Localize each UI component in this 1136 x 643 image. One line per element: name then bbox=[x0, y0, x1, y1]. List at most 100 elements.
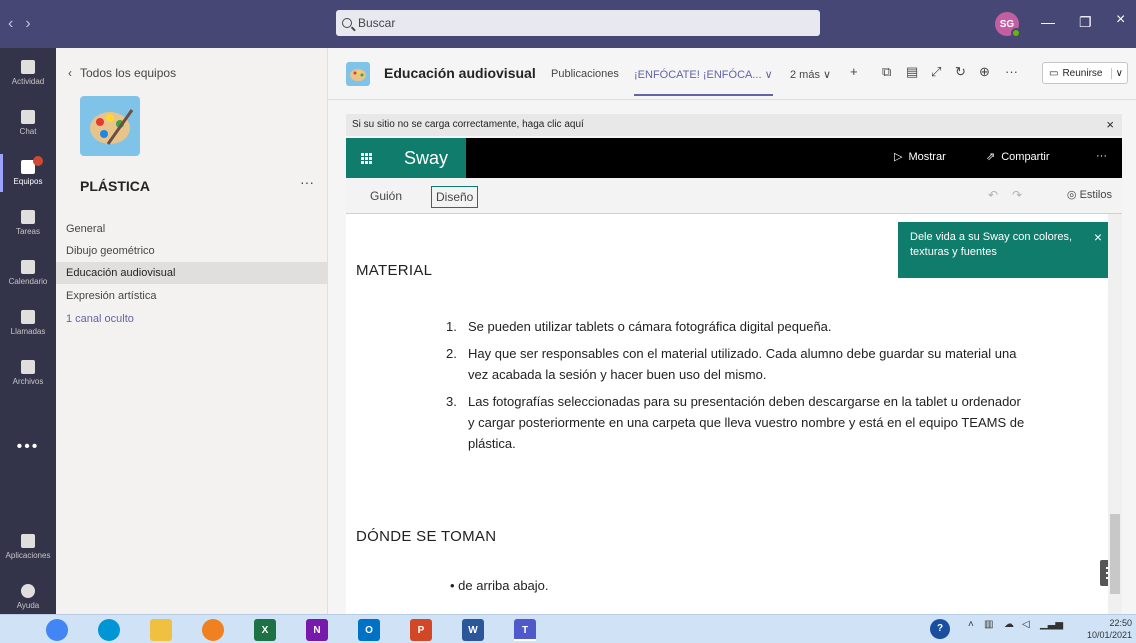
rail-label: Calendario bbox=[8, 277, 48, 286]
conversation-icon[interactable]: ▤ bbox=[906, 64, 918, 80]
channel-educacion-audiovisual[interactable]: Educación audiovisual bbox=[56, 262, 327, 284]
channel-sidebar: ‹ Todos los equipos PLÁSTICA ··· General… bbox=[56, 48, 328, 614]
rail-label: Chat bbox=[19, 127, 37, 136]
word-icon[interactable]: W bbox=[462, 619, 484, 641]
channel-dibujo[interactable]: Dibujo geométrico bbox=[56, 240, 327, 262]
taskbar: X N O P W T ? ˄ ▥ ☁ ◁ ▁▃▅ 22:50 10/01/20… bbox=[0, 614, 1136, 643]
list-item: 2. Hay que ser responsables con el mater… bbox=[446, 346, 1017, 382]
channel-title: Educación audiovisual bbox=[384, 65, 536, 81]
title-bar: ‹ › Buscar SG — ❐ × bbox=[0, 0, 1136, 48]
heading-donde: DÓNDE SE TOMAN bbox=[356, 528, 497, 545]
rail-label: Archivos bbox=[12, 377, 44, 386]
scroll-thumb[interactable] bbox=[1110, 514, 1120, 594]
rail-item-aplicaciones[interactable]: Aplicaciones bbox=[0, 522, 56, 572]
popout-icon[interactable]: ⧉ bbox=[882, 64, 891, 80]
clock[interactable]: 22:50 10/01/2021 bbox=[1087, 617, 1132, 641]
hidden-channels-link[interactable]: 1 canal oculto bbox=[56, 308, 327, 330]
chevron-left-icon: ‹ bbox=[68, 66, 72, 80]
onenote-icon[interactable]: N bbox=[306, 619, 328, 641]
wifi-icon[interactable]: ▁▃▅ bbox=[1040, 619, 1063, 630]
file-explorer-icon[interactable] bbox=[150, 619, 172, 641]
chevron-down-icon[interactable]: ∨ bbox=[1110, 67, 1127, 79]
styles-button[interactable]: ◎ Estilos bbox=[1067, 188, 1112, 201]
styles-label: Estilos bbox=[1079, 189, 1112, 201]
help-tray-icon[interactable]: ? bbox=[930, 619, 950, 639]
close-icon[interactable]: × bbox=[1094, 230, 1102, 245]
channel-expresion[interactable]: Expresión artística bbox=[56, 285, 327, 307]
channel-team-icon bbox=[346, 62, 370, 86]
close-button[interactable]: × bbox=[1116, 11, 1125, 29]
styles-tooltip: Dele vida a su Sway con colores, textura… bbox=[898, 222, 1112, 278]
bell-icon bbox=[21, 60, 35, 74]
outlook-icon[interactable]: O bbox=[358, 619, 380, 641]
hp-icon[interactable] bbox=[98, 619, 120, 641]
minimize-button[interactable]: — bbox=[1041, 14, 1055, 30]
all-teams-link[interactable]: ‹ Todos los equipos bbox=[68, 66, 176, 80]
notice-text: Si su sitio no se carga correctamente, h… bbox=[352, 119, 584, 130]
rail-more-button[interactable]: ••• bbox=[0, 438, 56, 456]
refresh-icon[interactable]: ↻ bbox=[955, 64, 966, 80]
network-icon[interactable]: ▥ bbox=[984, 619, 993, 630]
video-icon: ▭ bbox=[1049, 67, 1059, 79]
redo-icon[interactable]: ↷ bbox=[1012, 188, 1022, 202]
back-arrow-icon[interactable]: ‹ bbox=[8, 15, 13, 33]
palette-icon bbox=[350, 69, 366, 81]
play-icon: ▷ bbox=[894, 151, 903, 163]
expand-icon[interactable]: ⤢ bbox=[931, 64, 941, 80]
share-label: Compartir bbox=[1001, 150, 1050, 163]
palette-icon bbox=[90, 109, 134, 145]
add-tab-icon[interactable]: + bbox=[850, 64, 858, 79]
rail-item-tareas[interactable]: Tareas bbox=[0, 198, 56, 248]
palette-icon: ◎ bbox=[1066, 189, 1077, 201]
rail-item-llamadas[interactable]: Llamadas bbox=[0, 298, 56, 348]
tab-guion[interactable]: Guión bbox=[366, 186, 406, 208]
close-icon[interactable]: × bbox=[1106, 114, 1114, 136]
chrome-icon[interactable] bbox=[46, 619, 68, 641]
rail-item-archivos[interactable]: Archivos bbox=[0, 348, 56, 398]
volume-icon[interactable]: ◁ bbox=[1022, 619, 1030, 630]
search-input[interactable]: Buscar bbox=[336, 10, 820, 36]
rail-item-calendario[interactable]: Calendario bbox=[0, 248, 56, 298]
tray-arrow-icon[interactable]: ˄ bbox=[968, 619, 974, 630]
excel-icon[interactable]: X bbox=[254, 619, 276, 641]
rail-label: Equipos bbox=[13, 177, 43, 186]
sway-more-button[interactable]: ··· bbox=[1096, 150, 1107, 162]
time: 22:50 bbox=[1109, 618, 1132, 628]
rail-label: Tareas bbox=[15, 227, 40, 236]
forward-arrow-icon[interactable]: › bbox=[25, 15, 30, 33]
maximize-button[interactable]: ❐ bbox=[1079, 14, 1092, 31]
rail-label: Ayuda bbox=[16, 601, 40, 610]
app-launcher-icon[interactable] bbox=[346, 138, 386, 178]
tab-diseno[interactable]: Diseño bbox=[431, 186, 479, 208]
tab-enfocate[interactable]: ¡ENFÓCATE! ¡ENFÓCA... ∨ bbox=[634, 68, 773, 96]
powerpoint-icon[interactable]: P bbox=[410, 619, 432, 641]
scrollbar[interactable] bbox=[1108, 214, 1122, 614]
app-rail: Actividad Chat Equipos Tareas Calendario… bbox=[0, 48, 56, 614]
globe-icon[interactable]: ⊕ bbox=[979, 64, 990, 80]
search-placeholder: Buscar bbox=[358, 16, 396, 30]
sway-tabs: Guión Diseño ↶ ↷ ◎ Estilos bbox=[346, 178, 1122, 214]
channel-general[interactable]: General bbox=[56, 218, 327, 240]
list-item: 3. Las fotografías seleccionadas para su… bbox=[446, 394, 1025, 451]
more-options-icon[interactable]: ··· bbox=[1005, 64, 1018, 79]
show-button[interactable]: ▷ Mostrar bbox=[894, 150, 946, 164]
date: 10/01/2021 bbox=[1086, 630, 1132, 640]
settings-app-icon[interactable] bbox=[202, 619, 224, 641]
team-more-button[interactable]: ··· bbox=[300, 174, 314, 190]
rail-item-actividad[interactable]: Actividad bbox=[0, 48, 56, 98]
rail-item-chat[interactable]: Chat bbox=[0, 98, 56, 148]
undo-icon[interactable]: ↶ bbox=[988, 188, 998, 202]
share-button[interactable]: ⇗ Compartir bbox=[986, 150, 1050, 164]
tab-publicaciones[interactable]: Publicaciones bbox=[551, 68, 619, 80]
rail-label: Actividad bbox=[11, 77, 45, 86]
tab-more[interactable]: 2 más ∨ bbox=[790, 68, 831, 81]
load-notice[interactable]: Si su sitio no se carga correctamente, h… bbox=[346, 114, 1122, 136]
meet-button[interactable]: ▭ Reunirse ∨ bbox=[1042, 62, 1128, 84]
onedrive-icon[interactable]: ☁ bbox=[1004, 619, 1014, 630]
teams-taskbar-icon[interactable]: T bbox=[514, 619, 536, 641]
presence-icon bbox=[1011, 28, 1021, 38]
rail-item-equipos[interactable]: Equipos bbox=[0, 148, 56, 198]
avatar-initials: SG bbox=[999, 18, 1015, 30]
avatar[interactable]: SG bbox=[995, 12, 1021, 38]
calendar-icon bbox=[21, 260, 35, 274]
